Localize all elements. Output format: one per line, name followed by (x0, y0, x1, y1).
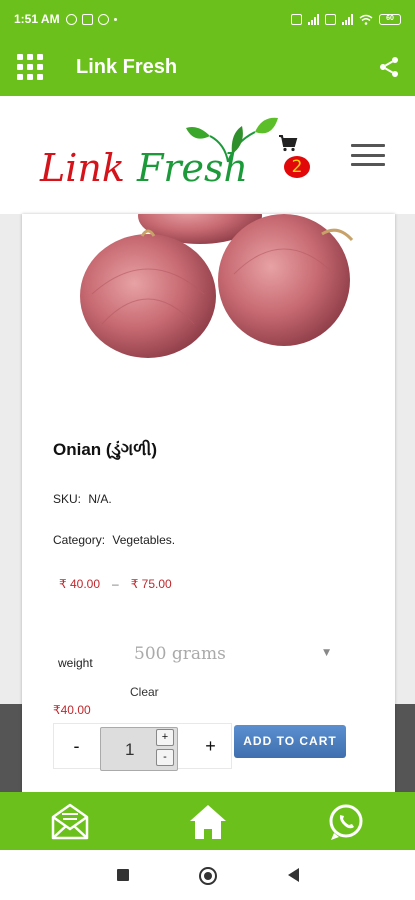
cart-icon (279, 135, 298, 152)
home-icon[interactable] (188, 803, 228, 841)
mail-icon[interactable] (50, 803, 90, 841)
whatsapp-icon (65, 13, 77, 25)
volte-icon (325, 13, 336, 25)
status-notification-icons (65, 13, 117, 25)
grid-menu-icon[interactable] (17, 54, 43, 80)
status-system-icons: 60 (291, 13, 401, 25)
system-nav-bar (0, 850, 415, 900)
price-min: ₹ 40.00 (59, 577, 100, 591)
price-max: ₹ 75.00 (130, 577, 172, 591)
spin-up-button[interactable]: + (156, 729, 174, 746)
app-title: Link Fresh (76, 55, 178, 78)
category-label: Category: (53, 533, 106, 547)
dropdown-caret-icon: ▼ (323, 648, 330, 658)
signal-icon (308, 13, 319, 25)
sku-label: SKU: (53, 492, 82, 506)
battery-icon: 60 (379, 13, 401, 25)
link-fresh-logo[interactable]: Link Fresh (40, 112, 278, 192)
price-separator: – (112, 577, 119, 591)
variation-price: ₹40.00 (53, 703, 91, 717)
home-button-icon[interactable] (199, 867, 217, 885)
status-time: 1:51 AM (14, 12, 60, 26)
whatsapp-icon[interactable] (326, 803, 366, 841)
cart-button[interactable]: 2 (278, 134, 318, 180)
weight-selected-value: 500 grams (134, 644, 226, 664)
share-icon[interactable] (377, 55, 401, 79)
onion-image (22, 214, 395, 374)
signal-icon (342, 13, 353, 25)
image-icon (81, 13, 93, 25)
sku-line: SKU: N/A. (53, 492, 112, 506)
volte-icon (291, 13, 302, 25)
category-value[interactable]: Vegetables. (112, 533, 175, 547)
quantity-decrease-button[interactable]: - (54, 724, 99, 768)
hamburger-menu-icon[interactable] (351, 144, 385, 166)
add-to-cart-button[interactable]: ADD TO CART (234, 725, 346, 758)
app-bar: Link Fresh (0, 38, 415, 96)
weight-select[interactable]: 500 grams ▼ (134, 640, 334, 668)
quantity-increase-button[interactable]: + (188, 724, 233, 768)
recent-apps-icon[interactable] (117, 869, 129, 881)
weight-label: weight (58, 656, 93, 670)
facebook-icon (97, 13, 109, 25)
price-range: ₹ 40.00 – ₹ 75.00 (59, 577, 172, 591)
product-image (22, 214, 395, 374)
wifi-icon (359, 14, 373, 25)
cart-count-badge: 2 (284, 156, 310, 178)
logo-text: Link Fresh (40, 146, 248, 190)
status-bar: 1:51 AM 60 (0, 0, 415, 38)
bottom-nav (0, 792, 415, 850)
back-icon[interactable] (288, 868, 299, 882)
category-line: Category: Vegetables. (53, 533, 175, 547)
quantity-spinner: + - (156, 729, 176, 769)
quantity-stepper: - 1 + - + (53, 723, 233, 771)
clear-selection-link[interactable]: Clear (130, 685, 159, 699)
sku-value: N/A. (88, 492, 112, 506)
product-title: Onian (ડુંગળી) (53, 440, 158, 459)
spin-down-button[interactable]: - (156, 749, 174, 766)
more-notifications-icon (113, 17, 117, 21)
